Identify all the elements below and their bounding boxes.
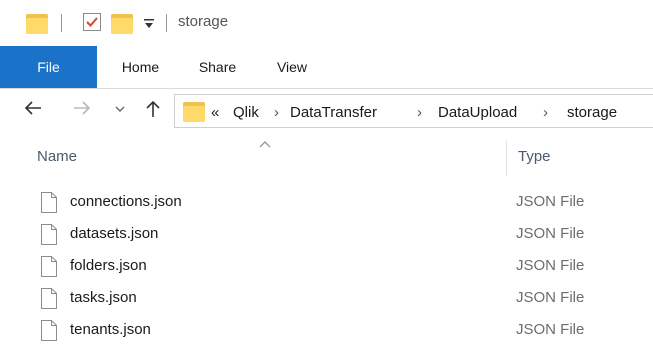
file-icon <box>41 224 57 245</box>
file-icon <box>41 288 57 309</box>
file-row[interactable]: tenants.json JSON File <box>0 315 653 347</box>
file-type: JSON File <box>516 225 585 242</box>
toolbar-separator <box>61 14 62 32</box>
customize-toolbar-dropdown-icon[interactable] <box>143 17 155 29</box>
breadcrumb-separator[interactable]: › <box>274 104 279 121</box>
file-type: JSON File <box>516 193 585 210</box>
tab-home[interactable]: Home <box>97 46 184 88</box>
breadcrumb-overflow[interactable]: « <box>211 104 219 121</box>
file-name: folders.json <box>70 257 147 274</box>
tab-view[interactable]: View <box>251 46 333 88</box>
file-type: JSON File <box>516 289 585 306</box>
file-icon <box>41 192 57 213</box>
back-arrow-icon[interactable] <box>24 100 42 121</box>
window-title: storage <box>178 13 229 30</box>
ribbon-tabs: File Home Share View <box>0 46 653 89</box>
tab-file[interactable]: File <box>0 46 97 88</box>
breadcrumb-datatransfer[interactable]: DataTransfer <box>290 104 377 121</box>
properties-check-icon[interactable] <box>83 13 101 31</box>
file-type: JSON File <box>516 321 585 338</box>
file-row[interactable]: connections.json JSON File <box>0 187 653 219</box>
file-row[interactable]: folders.json JSON File <box>0 251 653 283</box>
chevron-down-icon[interactable] <box>115 104 125 116</box>
file-row[interactable]: datasets.json JSON File <box>0 219 653 251</box>
breadcrumb-separator[interactable]: › <box>543 104 548 121</box>
column-header-type[interactable]: Type <box>518 148 551 165</box>
file-name: connections.json <box>70 193 182 210</box>
column-header-name[interactable]: Name <box>37 148 77 165</box>
file-icon <box>41 256 57 277</box>
up-arrow-icon[interactable] <box>146 100 160 123</box>
tab-share[interactable]: Share <box>184 46 251 88</box>
breadcrumb-storage[interactable]: storage <box>567 104 617 121</box>
file-row[interactable]: tasks.json JSON File <box>0 283 653 315</box>
file-name: datasets.json <box>70 225 159 242</box>
folder-icon <box>26 12 48 34</box>
breadcrumb-dataupload[interactable]: DataUpload <box>438 104 517 121</box>
file-icon <box>41 320 57 341</box>
address-bar[interactable]: « Qlik › DataTransfer › DataUpload › sto… <box>174 94 653 128</box>
breadcrumb-separator[interactable]: › <box>417 104 422 121</box>
file-name: tenants.json <box>70 321 151 338</box>
file-name: tasks.json <box>70 289 137 306</box>
forward-arrow-icon[interactable] <box>73 100 91 121</box>
column-divider[interactable] <box>506 140 507 176</box>
navigation-bar: « Qlik › DataTransfer › DataUpload › sto… <box>0 88 653 134</box>
folder-icon <box>183 100 205 122</box>
sort-ascending-icon <box>258 136 272 148</box>
breadcrumb-qlik[interactable]: Qlik <box>233 104 259 121</box>
title-bar: storage <box>0 0 653 46</box>
file-type: JSON File <box>516 257 585 274</box>
toolbar-separator <box>166 14 167 32</box>
new-folder-icon[interactable] <box>111 12 133 34</box>
